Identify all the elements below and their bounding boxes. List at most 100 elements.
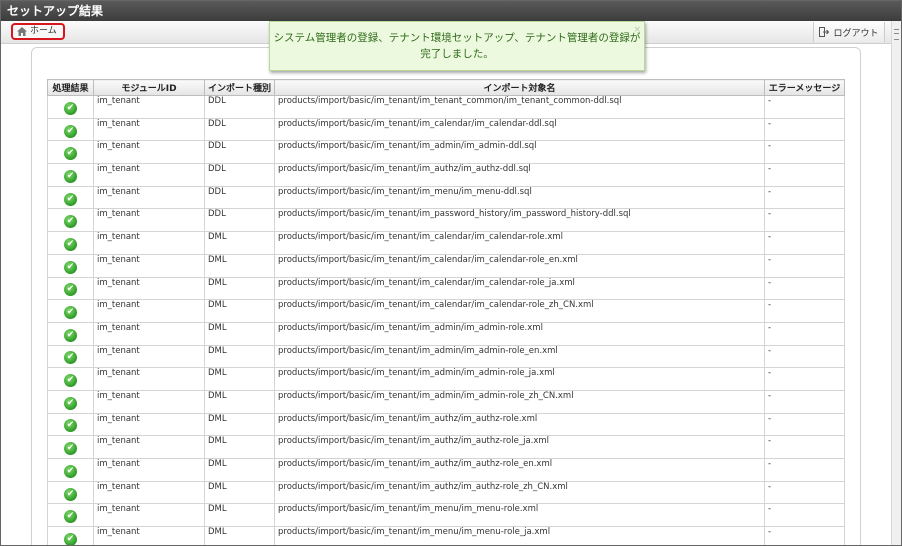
column-header-module-id: モジュールID bbox=[93, 79, 205, 96]
check-circle-icon: ✔ bbox=[64, 147, 77, 161]
result-cell: ✔ bbox=[47, 299, 94, 323]
import-target-cell: products/import/basic/im_tenant/im_authz… bbox=[274, 163, 765, 187]
check-circle-icon: ✔ bbox=[64, 464, 77, 478]
logout-button[interactable]: ログアウト bbox=[813, 22, 885, 42]
module-id-cell: im_tenant bbox=[93, 367, 205, 391]
check-circle-icon: ✔ bbox=[64, 169, 77, 183]
error-message-cell: - bbox=[764, 208, 845, 233]
import-type-cell: DML bbox=[204, 435, 275, 459]
check-circle-icon: ✔ bbox=[64, 510, 77, 524]
import-target-cell: products/import/basic/im_tenant/im_admin… bbox=[274, 344, 765, 369]
check-circle-icon: ✔ bbox=[64, 351, 77, 365]
result-cell: ✔ bbox=[47, 253, 94, 278]
error-message-cell: - bbox=[764, 367, 845, 391]
column-header-error-message: エラーメッセージ bbox=[764, 79, 845, 96]
error-message-cell: - bbox=[764, 231, 845, 255]
table-row: ✔ im_tenant DML products/import/basic/im_te… bbox=[47, 321, 845, 346]
check-circle-icon: ✔ bbox=[64, 283, 77, 297]
result-cell: ✔ bbox=[47, 140, 94, 165]
check-circle-icon: ✔ bbox=[64, 192, 77, 206]
module-id-cell: im_tenant bbox=[93, 458, 205, 482]
import-target-cell: products/import/basic/im_tenant/im_calen… bbox=[274, 231, 765, 255]
check-circle-icon: ✔ bbox=[64, 374, 77, 388]
result-cell: ✔ bbox=[47, 208, 94, 233]
module-id-cell: im_tenant bbox=[93, 185, 205, 210]
error-message-cell: - bbox=[764, 480, 845, 505]
error-message-cell: - bbox=[764, 526, 845, 545]
import-type-cell: DML bbox=[204, 458, 275, 482]
module-id-cell: im_tenant bbox=[93, 435, 205, 459]
module-id-cell: im_tenant bbox=[93, 117, 205, 142]
import-target-cell: products/import/basic/im_tenant/im_tenan… bbox=[274, 95, 765, 119]
import-type-cell: DML bbox=[204, 367, 275, 391]
check-circle-icon: ✔ bbox=[64, 532, 77, 545]
import-type-cell: DDL bbox=[204, 95, 275, 119]
error-message-cell: - bbox=[764, 140, 845, 165]
vertical-scrollbar[interactable] bbox=[891, 21, 901, 545]
error-message-cell: - bbox=[764, 321, 845, 346]
check-circle-icon: ✔ bbox=[64, 328, 77, 342]
check-circle-icon: ✔ bbox=[64, 101, 77, 115]
table-header-row: 処理結果 モジュールID インポート種別 インポート対象名 エラーメッセージ bbox=[47, 79, 845, 96]
app-window: セットアップ結果 ホーム ログアウト 処理結果 モジュールID インポート種別 … bbox=[0, 0, 902, 546]
window-title: セットアップ結果 bbox=[1, 1, 901, 21]
module-id-cell: im_tenant bbox=[93, 95, 205, 119]
result-cell: ✔ bbox=[47, 367, 94, 391]
error-message-cell: - bbox=[764, 185, 845, 210]
error-message-cell: - bbox=[764, 95, 845, 119]
error-message-cell: - bbox=[764, 458, 845, 482]
home-label: ホーム bbox=[30, 26, 57, 36]
check-circle-icon: ✔ bbox=[64, 442, 77, 456]
result-cell: ✔ bbox=[47, 276, 94, 301]
result-cell: ✔ bbox=[47, 412, 94, 437]
import-type-cell: DML bbox=[204, 480, 275, 505]
import-type-cell: DML bbox=[204, 503, 275, 528]
table-row: ✔ im_tenant DML products/import/basic/im_te… bbox=[47, 412, 845, 437]
import-target-cell: products/import/basic/im_tenant/im_authz… bbox=[274, 435, 765, 459]
column-header-result: 処理結果 bbox=[47, 79, 94, 96]
module-id-cell: im_tenant bbox=[93, 412, 205, 437]
result-cell: ✔ bbox=[47, 526, 94, 545]
table-row: ✔ im_tenant DML products/import/basic/im_te… bbox=[47, 276, 845, 301]
module-id-cell: im_tenant bbox=[93, 253, 205, 278]
error-message-cell: - bbox=[764, 276, 845, 301]
import-target-cell: products/import/basic/im_tenant/im_admin… bbox=[274, 389, 765, 414]
home-button[interactable]: ホーム bbox=[11, 23, 65, 40]
error-message-cell: - bbox=[764, 412, 845, 437]
module-id-cell: im_tenant bbox=[93, 321, 205, 346]
table-row: ✔ im_tenant DML products/import/basic/im_te… bbox=[47, 344, 845, 369]
result-cell: ✔ bbox=[47, 458, 94, 482]
module-id-cell: im_tenant bbox=[93, 526, 205, 545]
result-cell: ✔ bbox=[47, 231, 94, 255]
import-target-cell: products/import/basic/im_tenant/im_calen… bbox=[274, 117, 765, 142]
result-cell: ✔ bbox=[47, 389, 94, 414]
close-icon[interactable]: × bbox=[633, 22, 641, 38]
column-header-import-target: インポート対象名 bbox=[274, 79, 765, 96]
check-circle-icon: ✔ bbox=[64, 487, 77, 501]
import-target-cell: products/import/basic/im_tenant/im_menu/… bbox=[274, 185, 765, 210]
check-circle-icon: ✔ bbox=[64, 215, 77, 229]
table-row: ✔ im_tenant DDL products/import/basic/im_te… bbox=[47, 117, 845, 142]
import-type-cell: DML bbox=[204, 276, 275, 301]
check-circle-icon: ✔ bbox=[64, 419, 77, 433]
import-type-cell: DDL bbox=[204, 140, 275, 165]
import-target-cell: products/import/basic/im_tenant/im_authz… bbox=[274, 458, 765, 482]
table-row: ✔ im_tenant DML products/import/basic/im_te… bbox=[47, 231, 845, 255]
import-type-cell: DML bbox=[204, 299, 275, 323]
import-target-cell: products/import/basic/im_tenant/im_admin… bbox=[274, 140, 765, 165]
scroll-grip-icon[interactable] bbox=[894, 29, 899, 40]
module-id-cell: im_tenant bbox=[93, 480, 205, 505]
check-circle-icon: ✔ bbox=[64, 124, 77, 138]
check-circle-icon: ✔ bbox=[64, 306, 77, 320]
table-row: ✔ im_tenant DML products/import/basic/im_te… bbox=[47, 480, 845, 505]
table-row: ✔ im_tenant DML products/import/basic/im_te… bbox=[47, 389, 845, 414]
import-target-cell: products/import/basic/im_tenant/im_menu/… bbox=[274, 503, 765, 528]
logout-icon bbox=[819, 27, 830, 37]
error-message-cell: - bbox=[764, 344, 845, 369]
result-cell: ✔ bbox=[47, 344, 94, 369]
error-message-cell: - bbox=[764, 389, 845, 414]
import-type-cell: DDL bbox=[204, 185, 275, 210]
module-id-cell: im_tenant bbox=[93, 163, 205, 187]
check-circle-icon: ✔ bbox=[64, 396, 77, 410]
home-icon bbox=[17, 27, 27, 36]
